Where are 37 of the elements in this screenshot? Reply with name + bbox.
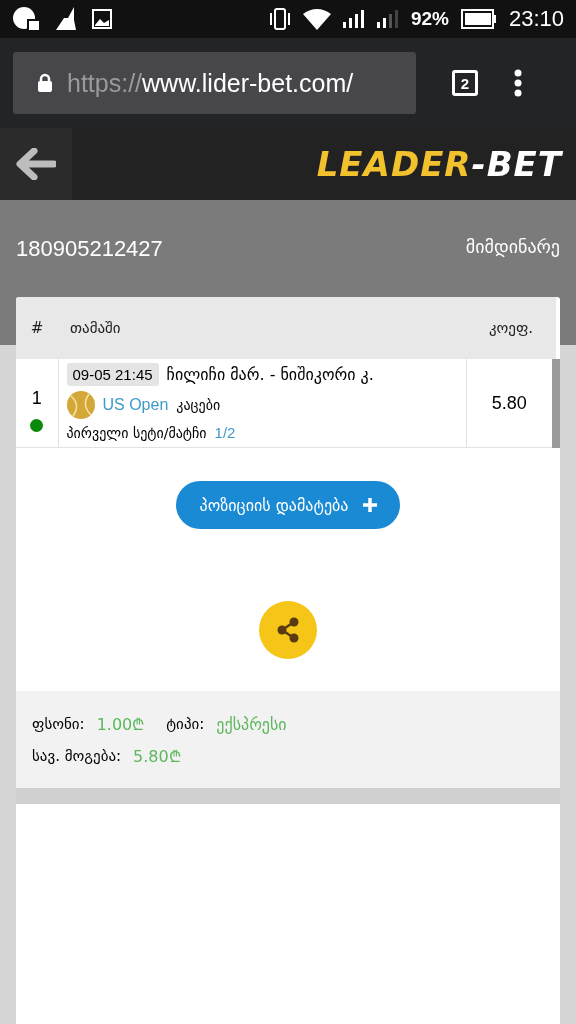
lock-icon [37, 73, 53, 93]
match-name: ჩილიჩი მარ. - ნიშიკორი კ. [166, 365, 374, 384]
type-value: ექსპრესი [216, 714, 287, 734]
pick-label: 1/2 [214, 424, 236, 441]
match-datetime: 09-05 21:45 [66, 363, 159, 386]
plus-icon [362, 497, 379, 513]
ticket-number: 180905212427 [16, 236, 163, 262]
image-icon [92, 9, 112, 29]
share-button[interactable] [259, 601, 317, 659]
clock: 23:10 [508, 6, 564, 32]
win-value: 5.80₾ [133, 746, 181, 767]
add-position-button[interactable]: პოზიციის დამატება [175, 481, 401, 529]
column-header: # [16, 297, 58, 359]
signal-icon [342, 10, 365, 28]
win-label: სავ. მოგება: [32, 747, 122, 765]
battery-percent: 92% [410, 8, 449, 30]
tab-count-button[interactable]: 2 [452, 70, 478, 96]
ticket-status: მიმდინარე [465, 236, 560, 259]
column-header: კოეფ. [466, 297, 556, 359]
back-arrow-icon [16, 148, 56, 180]
wifi-icon [302, 8, 331, 30]
row-index: 1 [31, 388, 42, 409]
back-button[interactable] [0, 128, 72, 200]
menu-icon[interactable] [514, 69, 522, 97]
logo: LEADER-BET [316, 144, 562, 184]
type-label: ტიპი: [166, 715, 205, 733]
stake-label: ფსონი: [32, 715, 85, 733]
category-label: კაცები [176, 397, 221, 413]
column-header: თამაში [58, 297, 466, 359]
stake-value: 1.00₾ [96, 714, 145, 735]
tennis-ball-icon [66, 391, 95, 419]
address-bar[interactable]: https://www.lider-bet.com/ [13, 52, 416, 114]
vibrate-icon [268, 7, 291, 31]
battery-icon [460, 9, 497, 29]
share-icon [275, 617, 301, 643]
market-label: პირველი სეტი/მატჩი [66, 424, 207, 441]
signal-icon [376, 10, 399, 28]
